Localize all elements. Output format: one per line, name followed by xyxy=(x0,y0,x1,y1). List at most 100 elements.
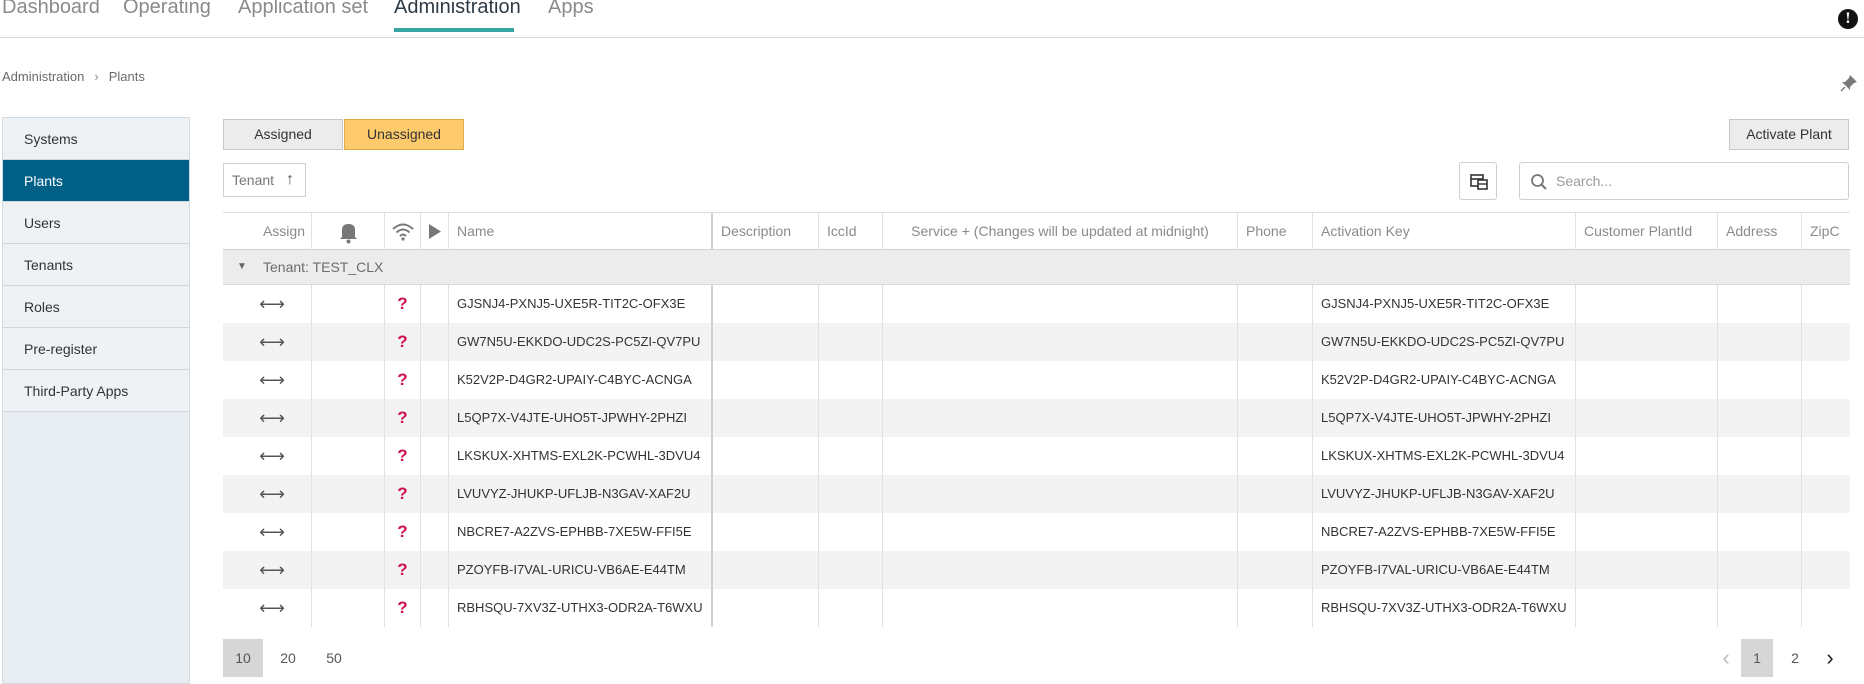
plant-name-cell: LKSKUX-XHTMS-EXL2K-PCWHL-3DVU4 xyxy=(449,437,713,475)
collapse-caret-icon[interactable]: ▼ xyxy=(237,250,247,284)
column-header-address[interactable]: Address xyxy=(1718,213,1802,251)
question-icon: ? xyxy=(397,408,408,427)
column-header-name[interactable]: Name xyxy=(449,213,713,251)
tab-operating[interactable]: Operating xyxy=(123,0,211,19)
tenant-sort-label: Tenant xyxy=(232,172,275,188)
column-header-activation-key[interactable]: Activation Key xyxy=(1313,213,1576,251)
chevron-right-icon: › xyxy=(94,69,99,84)
table-row[interactable]: ⟷? PZOYFB-I7VAL-URICU-VB6AE-E44TM PZOYFB-I… xyxy=(223,551,1850,589)
previous-page-icon[interactable]: ‹ xyxy=(1711,639,1741,677)
connection-status-cell: ? xyxy=(385,513,421,551)
column-header-iccid[interactable]: IccId xyxy=(819,213,883,251)
empty-cell xyxy=(1238,285,1313,323)
sidebar-item-third-party-apps[interactable]: Third-Party Apps xyxy=(3,370,189,412)
tab-application-set[interactable]: Application set xyxy=(238,0,368,19)
tab-dashboard[interactable]: Dashboard xyxy=(2,0,100,19)
empty-cell xyxy=(1576,551,1718,589)
table-row[interactable]: ⟷? K52V2P-D4GR2-UPAIY-C4BYC-ACNGA K52V2P-D… xyxy=(223,361,1850,399)
question-icon: ? xyxy=(397,332,408,351)
empty-cell xyxy=(883,399,1238,437)
empty-cell xyxy=(421,513,449,551)
empty-cell xyxy=(312,551,385,589)
table-row[interactable]: ⟷? LKSKUX-XHTMS-EXL2K-PCWHL-3DVU4 LKSKUX-X… xyxy=(223,437,1850,475)
activate-plant-button[interactable]: Activate Plant xyxy=(1729,119,1849,150)
column-chooser-button[interactable] xyxy=(1459,162,1497,200)
empty-cell xyxy=(312,323,385,361)
connection-status-cell: ? xyxy=(385,361,421,399)
assign-arrows-icon[interactable]: ⟷ xyxy=(233,513,311,551)
sidebar-item-roles[interactable]: Roles xyxy=(3,286,189,328)
empty-cell xyxy=(312,513,385,551)
activation-key-cell: L5QP7X-V4JTE-UHO5T-JPWHY-2PHZI xyxy=(1313,399,1576,437)
sidebar-item-users[interactable]: Users xyxy=(3,202,189,244)
empty-cell xyxy=(819,285,883,323)
table-row[interactable]: ⟷? LVUVYZ-JHUKP-UFLJB-N3GAV-XAF2U LVUVYZ-J… xyxy=(223,475,1850,513)
tab-administration[interactable]: Administration xyxy=(394,0,521,19)
assign-arrows-icon[interactable]: ⟷ xyxy=(233,551,311,589)
assign-arrows-icon[interactable]: ⟷ xyxy=(233,475,311,513)
sidebar-item-pre-register[interactable]: Pre-register xyxy=(3,328,189,370)
search-input[interactable] xyxy=(1556,167,1836,195)
page-size-10[interactable]: 10 xyxy=(223,639,263,677)
plant-name-cell: PZOYFB-I7VAL-URICU-VB6AE-E44TM xyxy=(449,551,713,589)
assign-cell: ⟷ xyxy=(223,323,312,361)
page-button-1[interactable]: 1 xyxy=(1741,639,1773,677)
column-header-phone[interactable]: Phone xyxy=(1238,213,1313,251)
plant-name-cell: GW7N5U-EKKDO-UDC2S-PC5ZI-QV7PU xyxy=(449,323,713,361)
column-header-description[interactable]: Description xyxy=(713,213,819,251)
assign-arrows-icon[interactable]: ⟷ xyxy=(233,361,311,399)
empty-cell xyxy=(312,437,385,475)
filter-assigned-button[interactable]: Assigned xyxy=(223,119,343,150)
empty-cell xyxy=(819,437,883,475)
table-row[interactable]: ⟷? GW7N5U-EKKDO-UDC2S-PC5ZI-QV7PU GW7N5U-E… xyxy=(223,323,1850,361)
column-header-notifications[interactable] xyxy=(312,213,385,251)
table-row[interactable]: ⟷? GJSNJ4-PXNJ5-UXE5R-TIT2C-OFX3E GJSNJ4-P… xyxy=(223,285,1850,323)
sidebar-item-tenants[interactable]: Tenants xyxy=(3,244,189,286)
empty-cell xyxy=(883,551,1238,589)
empty-cell xyxy=(421,361,449,399)
column-header-assign[interactable]: Assign xyxy=(223,213,312,251)
activation-key-cell: K52V2P-D4GR2-UPAIY-C4BYC-ACNGA xyxy=(1313,361,1576,399)
tenant-group-row[interactable]: ▼ Tenant: TEST_CLX xyxy=(223,250,1850,285)
empty-cell xyxy=(1718,513,1802,551)
sidebar-item-systems[interactable]: Systems xyxy=(3,118,189,160)
next-page-icon[interactable]: › xyxy=(1815,639,1845,677)
table-row[interactable]: ⟷? RBHSQU-7XV3Z-UTHX3-ODR2A-T6WXU RBHSQU-7… xyxy=(223,589,1850,627)
info-icon[interactable]: ! xyxy=(1838,9,1858,29)
sidebar-item-plants[interactable]: Plants xyxy=(3,160,189,202)
tenant-sort-chip[interactable]: Tenant ↑ xyxy=(223,163,306,197)
page-size-20[interactable]: 20 xyxy=(269,639,307,677)
question-icon: ? xyxy=(397,560,408,579)
column-header-customer-plant-id[interactable]: Customer PlantId xyxy=(1576,213,1718,251)
assign-arrows-icon[interactable]: ⟷ xyxy=(233,589,311,627)
page-size-50[interactable]: 50 xyxy=(315,639,353,677)
column-header-zip[interactable]: ZipC xyxy=(1802,213,1850,251)
tab-apps[interactable]: Apps xyxy=(548,0,594,19)
empty-cell xyxy=(1238,513,1313,551)
empty-cell xyxy=(1576,361,1718,399)
assign-arrows-icon[interactable]: ⟷ xyxy=(233,437,311,475)
connection-status-cell: ? xyxy=(385,323,421,361)
empty-cell xyxy=(819,323,883,361)
assign-arrows-icon[interactable]: ⟷ xyxy=(233,323,311,361)
column-header-service[interactable]: Service + (Changes will be updated at mi… xyxy=(883,213,1238,251)
table-row[interactable]: ⟷? NBCRE7-A2ZVS-EPHBB-7XE5W-FFI5E NBCRE7-A… xyxy=(223,513,1850,551)
column-header-connection[interactable] xyxy=(385,213,421,251)
column-header-running[interactable] xyxy=(421,213,449,251)
empty-cell xyxy=(713,361,819,399)
table-row[interactable]: ⟷? L5QP7X-V4JTE-UHO5T-JPWHY-2PHZI L5QP7X-V… xyxy=(223,399,1850,437)
empty-cell xyxy=(312,399,385,437)
empty-cell xyxy=(1576,437,1718,475)
assign-arrows-icon[interactable]: ⟷ xyxy=(233,399,311,437)
sort-ascending-icon: ↑ xyxy=(286,171,294,188)
page-button-2[interactable]: 2 xyxy=(1779,639,1811,677)
filter-unassigned-button[interactable]: Unassigned xyxy=(344,119,464,150)
empty-cell xyxy=(819,361,883,399)
breadcrumb-administration[interactable]: Administration xyxy=(2,69,84,84)
empty-cell xyxy=(1238,361,1313,399)
plants-table: Assign Name Description IccId Service + … xyxy=(223,212,1850,628)
assign-arrows-icon[interactable]: ⟷ xyxy=(233,285,311,323)
empty-cell xyxy=(312,361,385,399)
pin-icon[interactable] xyxy=(1840,74,1858,92)
empty-cell xyxy=(1802,475,1850,513)
